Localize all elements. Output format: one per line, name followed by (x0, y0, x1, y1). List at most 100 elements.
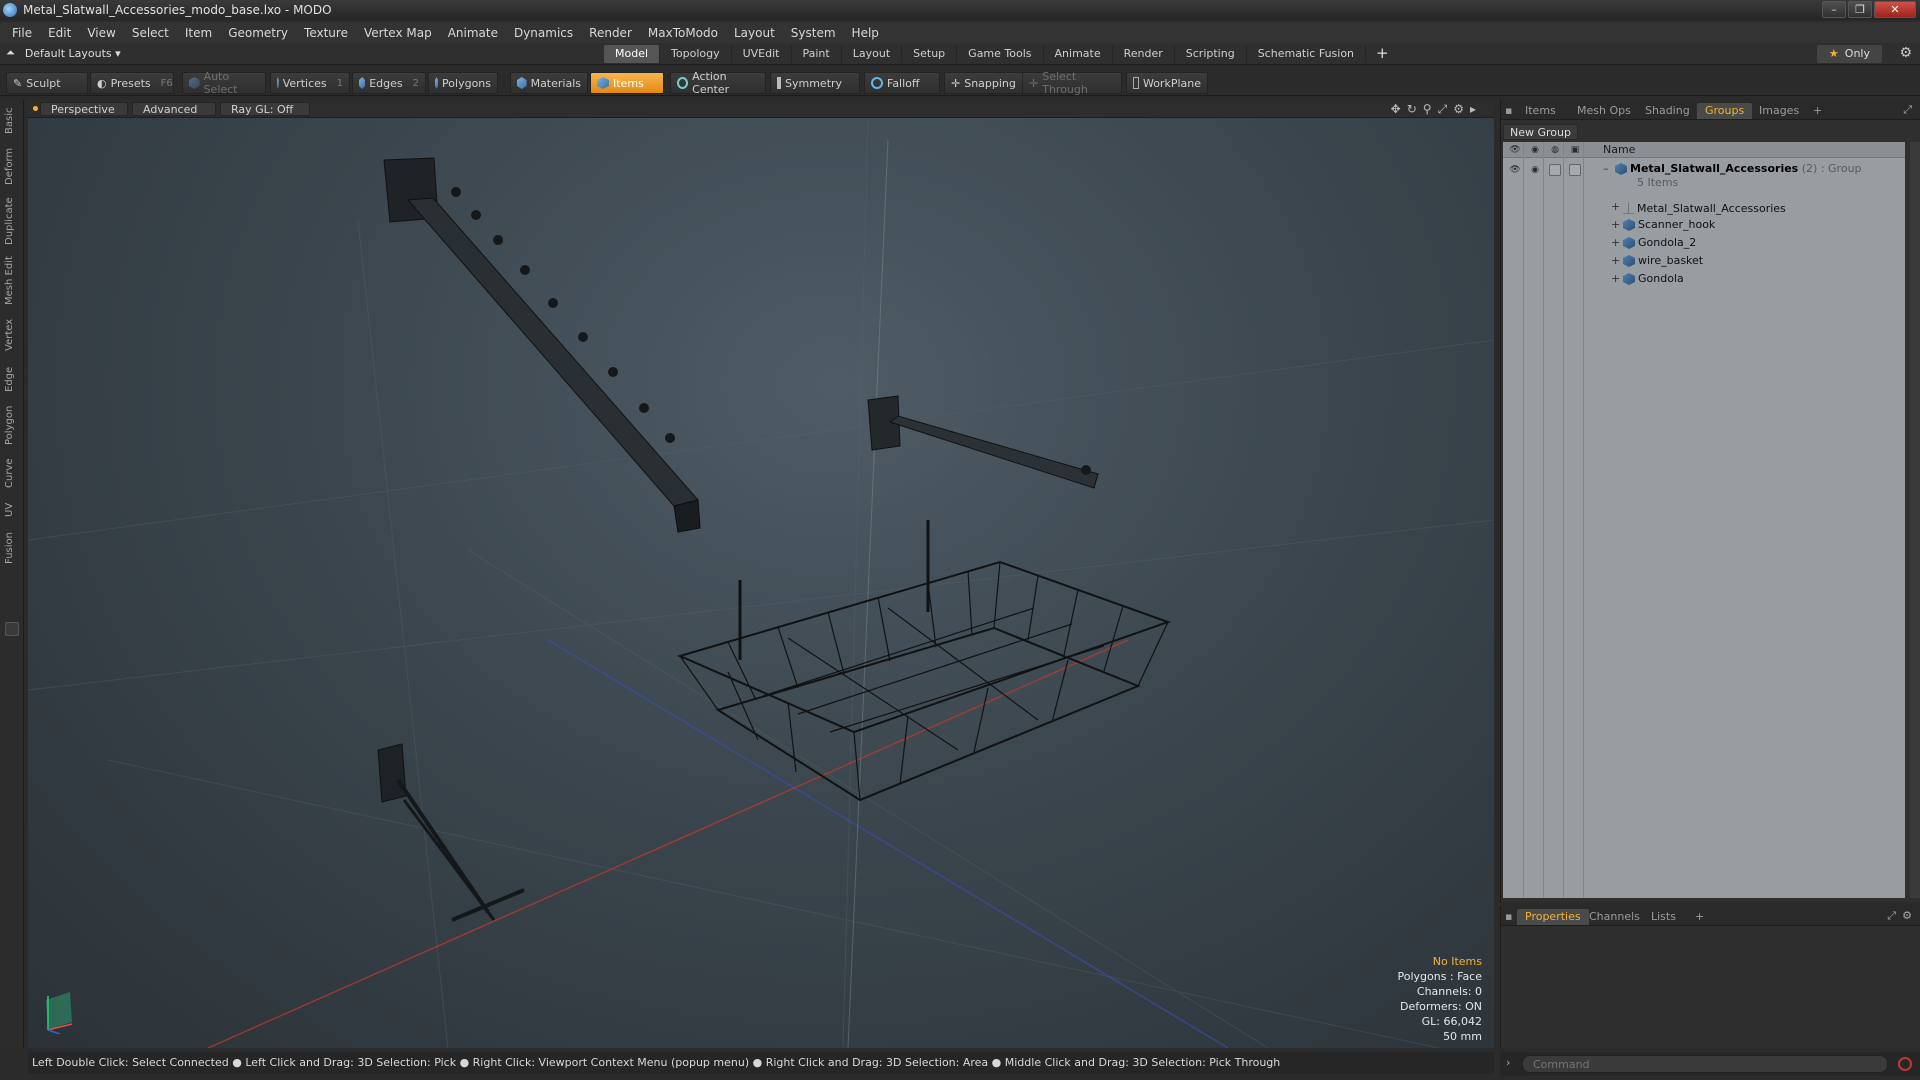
vertices-button[interactable]: Vertices 1 (270, 72, 350, 94)
properties-expand-icon[interactable]: ⤢ (1887, 909, 1896, 923)
tab-model[interactable]: Model (604, 45, 661, 63)
group-visibility-icon[interactable]: 👁 (1509, 164, 1521, 176)
tab-render[interactable]: Render (1113, 45, 1175, 63)
menu-edit[interactable]: Edit (40, 26, 79, 40)
render-column-icon[interactable]: ◉ (1529, 144, 1541, 156)
item-expand-icon[interactable]: + (1611, 254, 1620, 267)
perspective-button[interactable]: Perspective (40, 102, 128, 116)
snapping-button[interactable]: ✛ Snapping (944, 72, 1026, 94)
tab-shading[interactable]: Shading (1637, 103, 1698, 119)
tab-mesh-ops[interactable]: Mesh Ops (1569, 103, 1639, 119)
group-select-checkbox[interactable] (1569, 164, 1581, 176)
lock-column-icon[interactable]: ◍ (1549, 144, 1561, 156)
falloff-button[interactable]: Falloff (864, 72, 940, 94)
panel-menu-icon[interactable]: ▪ (1505, 104, 1512, 117)
tab-properties[interactable]: Properties (1517, 909, 1589, 925)
workplane-button[interactable]: WorkPlane (1126, 72, 1208, 94)
tab-paint[interactable]: Paint (792, 45, 842, 63)
viewport-gear-icon[interactable]: ⚙ (1453, 102, 1464, 117)
item-expand-icon[interactable]: + (1611, 236, 1620, 249)
default-layouts-menu[interactable]: Default Layouts ▾ (25, 47, 121, 60)
add-panel-tab-icon[interactable]: + (1805, 103, 1830, 119)
auto-select-button[interactable]: Auto Select (182, 70, 266, 96)
menu-view[interactable]: View (79, 26, 123, 40)
record-macro-icon[interactable] (1898, 1057, 1912, 1071)
group-render-icon[interactable]: ◉ (1529, 164, 1541, 176)
3d-viewport[interactable]: Perspective Advanced Ray GL: Off ✥ ↻ ⚲ ⤢… (28, 100, 1494, 1048)
tab-animate[interactable]: Animate (1044, 45, 1113, 63)
rotate-icon[interactable]: ↻ (1407, 102, 1417, 117)
menu-texture[interactable]: Texture (296, 26, 356, 40)
menu-select[interactable]: Select (124, 26, 177, 40)
command-history-icon[interactable]: › (1506, 1056, 1510, 1069)
fit-icon[interactable]: ⤢ (1438, 102, 1448, 117)
sculpt-button[interactable]: ✎ Sculpt (6, 72, 88, 94)
items-button[interactable]: Items (590, 72, 664, 94)
tab-topology[interactable]: Topology (660, 45, 732, 63)
tab-channels[interactable]: Channels (1581, 909, 1648, 925)
list-item[interactable]: + ⏊ Metal_Slatwall_Accessories (1503, 198, 1905, 216)
toolbox-toggle-button[interactable] (5, 622, 19, 636)
maximize-button[interactable]: ❐ (1848, 1, 1872, 18)
menu-vertex-map[interactable]: Vertex Map (356, 26, 440, 40)
group-expand-icon[interactable]: – (1603, 162, 1609, 175)
symmetry-button[interactable]: Symmetry (770, 72, 860, 94)
add-properties-tab-icon[interactable]: + (1687, 909, 1712, 925)
visibility-column-icon[interactable]: 👁 (1509, 144, 1521, 156)
menu-layout[interactable]: Layout (726, 26, 783, 40)
raygl-button[interactable]: Ray GL: Off (220, 102, 310, 116)
viewport-expand-icon[interactable]: ▸ (1470, 102, 1476, 117)
list-item[interactable]: + Gondola_2 (1503, 234, 1905, 252)
tab-curve[interactable]: Curve (4, 456, 20, 490)
properties-gear-icon[interactable]: ⚙ (1902, 909, 1912, 922)
tab-layout[interactable]: Layout (842, 45, 903, 63)
menu-file[interactable]: File (4, 26, 40, 40)
tab-duplicate[interactable]: Duplicate (4, 196, 20, 246)
layout-selector[interactable]: ⏶ Default Layouts ▾ (6, 46, 121, 60)
action-center-button[interactable]: Action Center (670, 70, 766, 96)
menu-item[interactable]: Item (177, 26, 220, 40)
list-item[interactable]: + wire_basket (1503, 252, 1905, 270)
group-row[interactable]: 👁 ◉ – Metal_Slatwall_Accessories (2) : G… (1503, 160, 1905, 190)
group-lock-checkbox[interactable] (1549, 164, 1561, 176)
new-group-button[interactable]: New Group (1503, 124, 1578, 140)
properties-menu-icon[interactable]: ▪ (1505, 910, 1512, 923)
tab-schematic-fusion[interactable]: Schematic Fusion (1247, 45, 1367, 63)
item-expand-icon[interactable]: + (1611, 200, 1620, 213)
tab-fusion[interactable]: Fusion (4, 530, 20, 566)
tab-lists[interactable]: Lists (1643, 909, 1684, 925)
command-input[interactable] (1522, 1055, 1888, 1073)
tab-deform[interactable]: Deform (4, 146, 20, 186)
polygons-button[interactable]: Polygons (428, 72, 498, 94)
item-expand-icon[interactable]: + (1611, 218, 1620, 231)
menu-dynamics[interactable]: Dynamics (506, 26, 581, 40)
materials-button[interactable]: Materials (510, 72, 588, 94)
tab-groups[interactable]: Groups (1697, 103, 1753, 119)
menu-geometry[interactable]: Geometry (220, 26, 296, 40)
menu-system[interactable]: System (783, 26, 844, 40)
name-column-header[interactable]: Name (1603, 143, 1635, 156)
tab-game-tools[interactable]: Game Tools (957, 45, 1044, 63)
tab-setup[interactable]: Setup (902, 45, 958, 63)
zoom-icon[interactable]: ⚲ (1423, 102, 1432, 117)
select-column-icon[interactable]: ▣ (1569, 144, 1581, 156)
close-button[interactable]: ✕ (1874, 1, 1916, 18)
tab-scripting[interactable]: Scripting (1175, 45, 1247, 63)
menu-render[interactable]: Render (581, 26, 640, 40)
gear-icon[interactable]: ⚙ (1899, 45, 1912, 61)
only-button[interactable]: ★ Only (1816, 45, 1882, 63)
menu-animate[interactable]: Animate (440, 26, 506, 40)
tab-edge[interactable]: Edge (4, 364, 20, 394)
tab-uv[interactable]: UV (4, 500, 20, 520)
tab-items[interactable]: Items (1517, 103, 1564, 119)
minimize-button[interactable]: – (1822, 1, 1846, 18)
list-item[interactable]: + Scanner_hook (1503, 216, 1905, 234)
layout-collapse-icon[interactable]: ⏶ (6, 46, 15, 60)
menu-maxtomodo[interactable]: MaxToModo (640, 26, 726, 40)
tab-mesh-edit[interactable]: Mesh Edit (4, 256, 20, 306)
viewport-menu-dot-icon[interactable] (33, 106, 38, 111)
panel-expand-icon[interactable]: ⤢ (1903, 103, 1912, 117)
add-layout-tab-icon[interactable]: + (1366, 45, 1399, 63)
tab-basic[interactable]: Basic (4, 106, 20, 136)
tab-vertex[interactable]: Vertex (4, 316, 20, 354)
